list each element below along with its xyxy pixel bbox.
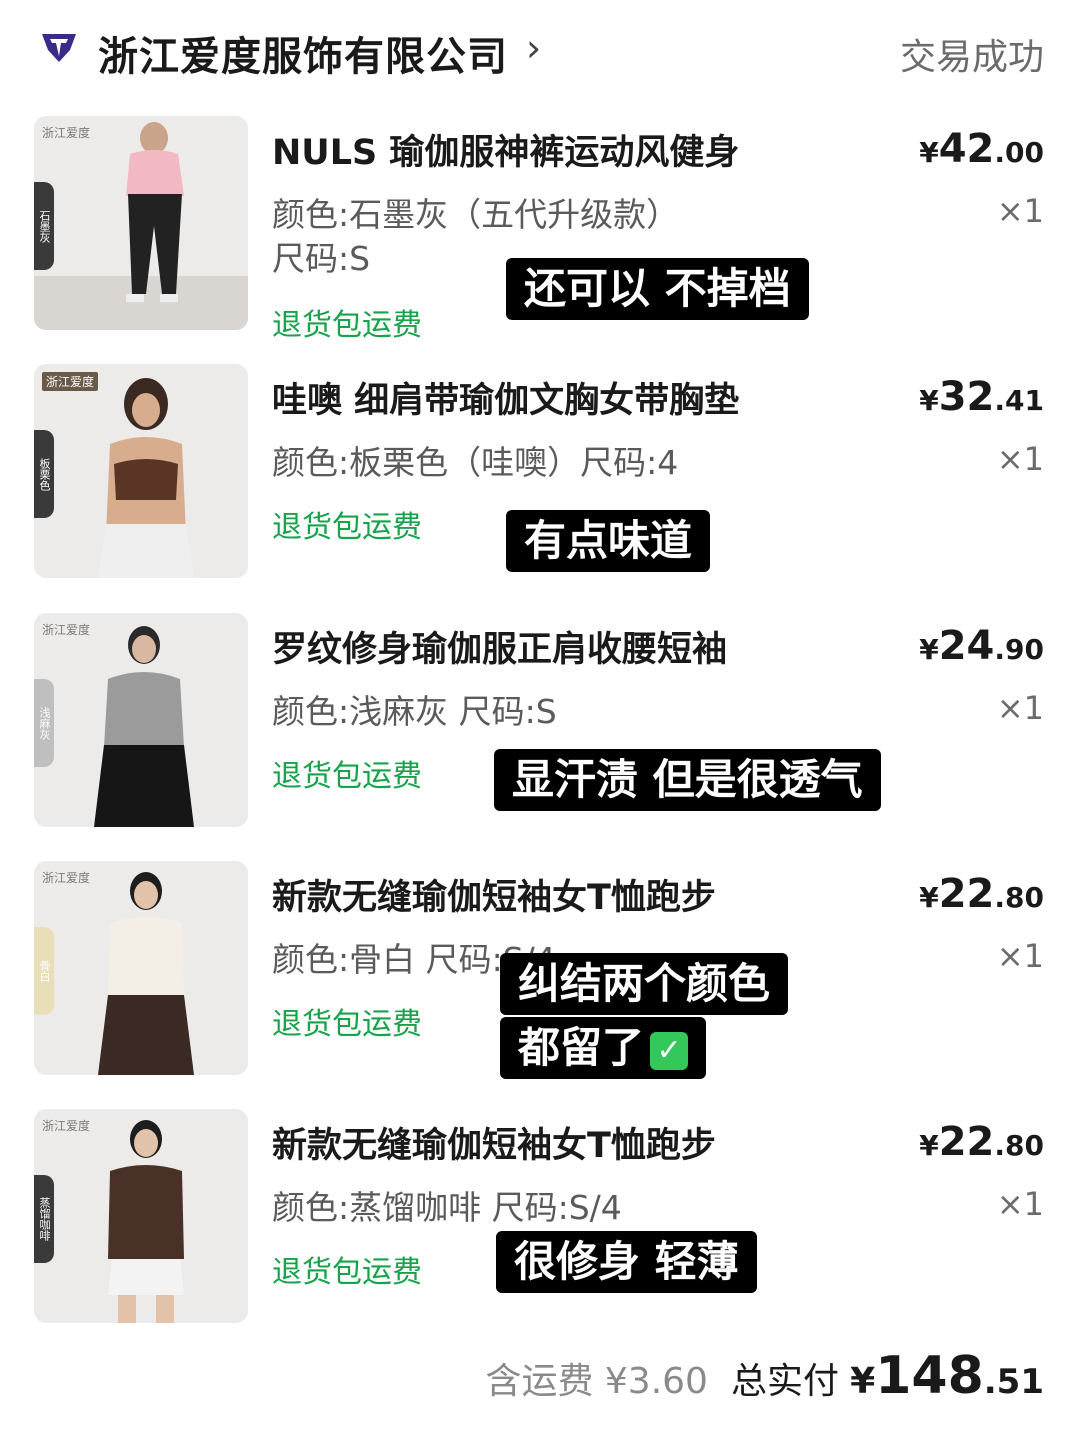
product-photo-sports-bra	[98, 378, 194, 578]
price-decimal: .80	[994, 1129, 1044, 1162]
thumb-color-tag: 浅麻灰	[34, 679, 54, 767]
thumb-color-tag: 蒸馏咖啡	[34, 1175, 54, 1263]
order-item[interactable]: 浙江爱度 蒸馏咖啡 新款无缝瑜伽短袖女T恤跑步 颜色:蒸馏咖啡 尺码:S/4 退…	[0, 1109, 1080, 1325]
product-price: ¥24.90	[919, 623, 1044, 669]
price-decimal: .80	[994, 881, 1044, 914]
product-photo-gray-tee	[94, 626, 194, 827]
product-image[interactable]: 浙江爱度 蒸馏咖啡	[34, 1109, 248, 1323]
overlay-note-text: 都留了	[518, 1023, 645, 1072]
thumb-color-tag: 板栗色	[34, 430, 54, 518]
overlay-note-line: 都留了 ✓	[500, 1017, 707, 1080]
currency-symbol: ¥	[919, 136, 939, 169]
order-item[interactable]: 浙江爱度 浅麻灰 罗纹修身瑜伽服正肩收腰短袖 颜色:浅麻灰 尺码:S 退货包运费…	[0, 613, 1080, 829]
product-quantity: ×1	[996, 440, 1044, 478]
product-title[interactable]: 新款无缝瑜伽短袖女T恤跑步	[272, 1117, 716, 1168]
product-price: ¥22.80	[919, 871, 1044, 917]
shipping-fee: 含运费 ¥3.60	[485, 1361, 708, 1402]
thumb-color-tag: 骨白	[34, 927, 54, 1015]
total-integer: 148	[875, 1346, 984, 1406]
return-shipping-label: 退货包运费	[272, 1007, 422, 1042]
order-item[interactable]: 浙江爱度 骨白 新款无缝瑜伽短袖女T恤跑步 颜色:骨白 尺码:S/4 退货包运费…	[0, 861, 1080, 1080]
overlay-note-line: 纠结两个颜色	[500, 953, 789, 1016]
product-image[interactable]: 浙江爱度 石墨灰	[34, 116, 248, 330]
overlay-note: 有点味道	[506, 510, 711, 573]
price-decimal: .00	[994, 136, 1044, 169]
product-quantity: ×1	[996, 689, 1044, 727]
return-shipping-label: 退货包运费	[272, 759, 422, 794]
order-item[interactable]: 浙江爱度 石墨灰 NULS 瑜伽服神裤运动风健身 颜色:石墨灰（五代升级款） 尺…	[0, 116, 1080, 343]
thumb-color-tag: 石墨灰	[34, 182, 54, 270]
product-spec-size: 尺码:S	[272, 239, 371, 278]
thumb-brand-label: 浙江爱度	[42, 871, 91, 885]
order-item[interactable]: 浙江爱度 板栗色 哇噢 细肩带瑜伽文胸女带胸垫 颜色:板栗色（哇噢）尺码:4 退…	[0, 364, 1080, 580]
price-integer: 22	[938, 1119, 995, 1165]
price-integer: 24	[938, 623, 995, 669]
overlay-note: 显汗渍 但是很透气	[494, 749, 881, 812]
product-price: ¥32.41	[919, 374, 1044, 420]
return-shipping-label: 退货包运费	[272, 1255, 422, 1290]
check-mark-icon: ✓	[650, 1031, 689, 1070]
price-integer: 32	[938, 374, 995, 420]
currency-symbol: ¥	[919, 1129, 939, 1162]
product-image[interactable]: 浙江爱度 浅麻灰	[34, 613, 248, 827]
currency-symbol: ¥	[919, 881, 939, 914]
product-spec: 颜色:浅麻灰 尺码:S	[272, 692, 557, 731]
price-decimal: .90	[994, 633, 1044, 666]
shop-name[interactable]: 浙江爱度服饰有限公司	[98, 24, 508, 82]
currency-symbol: ¥	[850, 1361, 876, 1402]
product-title[interactable]: 哇噢 细肩带瑜伽文胸女带胸垫	[272, 372, 739, 423]
product-quantity: ×1	[996, 192, 1044, 230]
product-spec: 颜色:蒸馏咖啡 尺码:S/4	[272, 1188, 622, 1227]
order-status: 交易成功	[899, 37, 1044, 78]
product-quantity: ×1	[996, 937, 1044, 975]
overlay-note: 还可以 不掉档	[506, 258, 809, 321]
order-header: 浙江爱度服饰有限公司 › 交易成功	[0, 0, 1080, 100]
product-quantity: ×1	[996, 1185, 1044, 1223]
product-title[interactable]: 罗纹修身瑜伽服正肩收腰短袖	[272, 621, 727, 672]
chevron-right-icon[interactable]: ›	[526, 26, 541, 70]
total-decimal: .51	[983, 1362, 1044, 1402]
total-paid-label: 总实付	[731, 1361, 840, 1402]
product-image[interactable]: 浙江爱度 板栗色	[34, 364, 248, 578]
overlay-note: 很修身 轻薄	[496, 1231, 757, 1294]
thumb-brand-label: 浙江爱度	[42, 126, 91, 140]
product-spec: 颜色:石墨灰（五代升级款）	[272, 195, 680, 234]
product-spec: 颜色:板栗色（哇噢）尺码:4	[272, 443, 679, 482]
product-price: ¥22.80	[919, 1119, 1044, 1165]
product-photo-white-tee	[98, 872, 194, 1075]
price-decimal: .41	[994, 384, 1044, 417]
return-shipping-label: 退货包运费	[272, 510, 422, 545]
product-title[interactable]: 新款无缝瑜伽短袖女T恤跑步	[272, 869, 716, 920]
product-title[interactable]: NULS 瑜伽服神裤运动风健身	[272, 124, 739, 175]
currency-symbol: ¥	[919, 633, 939, 666]
return-shipping-label: 退货包运费	[272, 308, 422, 343]
price-integer: 42	[938, 126, 995, 172]
thumb-brand-label: 浙江爱度	[42, 623, 91, 637]
product-photo-coffee-tee	[108, 1120, 184, 1323]
thumb-brand-label: 浙江爱度	[42, 372, 99, 391]
order-total: 含运费 ¥3.60 总实付 ¥148.51	[485, 1346, 1044, 1406]
shop-logo-icon[interactable]	[38, 30, 80, 64]
thumb-brand-label: 浙江爱度	[42, 1119, 91, 1133]
price-integer: 22	[938, 871, 995, 917]
product-photo-leggings	[34, 122, 248, 330]
currency-symbol: ¥	[919, 384, 939, 417]
product-price: ¥42.00	[919, 126, 1044, 172]
product-image[interactable]: 浙江爱度 骨白	[34, 861, 248, 1075]
